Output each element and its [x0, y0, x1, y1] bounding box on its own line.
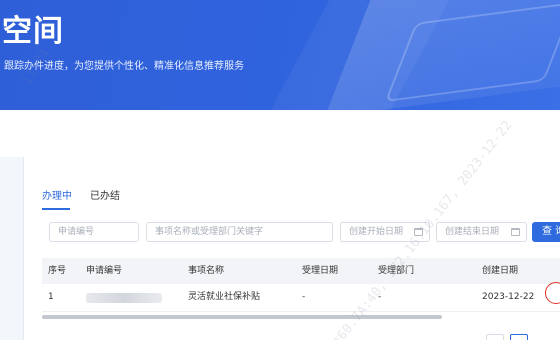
column-header-item-name: 事项名称 [188, 266, 225, 276]
start-date-picker[interactable]: 创建开始日期 [340, 222, 430, 242]
apply-no-input[interactable]: 申请编号 [49, 222, 139, 242]
cell-create-date: 2023-12-22 [482, 292, 535, 302]
horizontal-scrollbar[interactable] [42, 315, 442, 319]
cell-index: 1 [48, 292, 54, 302]
column-header-index: 序号 [48, 266, 67, 276]
highlight-circle [545, 282, 560, 304]
start-date-placeholder: 创建开始日期 [349, 227, 404, 237]
active-tab-indicator [42, 208, 70, 210]
redacted-apply-no [86, 293, 162, 303]
table-row[interactable]: 1 灵活就业社保补贴 - - 2023-12-22 [42, 284, 560, 312]
calendar-icon [511, 228, 520, 236]
keyword-input[interactable]: 事项名称或受理部门关键字 [146, 222, 333, 242]
tab-completed[interactable]: 已办结 [90, 190, 120, 204]
banner-subtitle: 跟踪办件进度，为您提供个性化、精准化信息推荐服务 [4, 61, 244, 72]
end-date-picker[interactable]: 创建结束日期 [436, 222, 527, 242]
pager-current[interactable] [510, 334, 528, 340]
side-panel [0, 157, 24, 340]
keyword-placeholder: 事项名称或受理部门关键字 [155, 227, 264, 237]
cell-item-name[interactable]: 灵活就业社保补贴 [188, 284, 260, 310]
pager-prev[interactable] [486, 334, 504, 340]
calendar-icon [414, 228, 423, 236]
column-header-accept-dept: 受理部门 [378, 266, 415, 276]
column-header-accept-date: 受理日期 [302, 266, 339, 276]
column-header-apply-no: 申请编号 [86, 266, 123, 276]
end-date-placeholder: 创建结束日期 [445, 227, 500, 237]
search-button[interactable]: 查 询 [532, 222, 560, 242]
column-header-create-date: 创建日期 [482, 266, 519, 276]
apply-no-placeholder: 申请编号 [58, 227, 95, 237]
tab-in-progress[interactable]: 办理中 [42, 190, 72, 204]
hero-banner: 空间 跟踪办件进度，为您提供个性化、精准化信息推荐服务 [0, 0, 560, 110]
cell-accept-date: - [302, 292, 306, 302]
table-header: 序号 申请编号 事项名称 受理日期 受理部门 创建日期 [42, 258, 560, 284]
cell-accept-dept: - [378, 292, 382, 302]
banner-title: 空间 [2, 14, 64, 49]
